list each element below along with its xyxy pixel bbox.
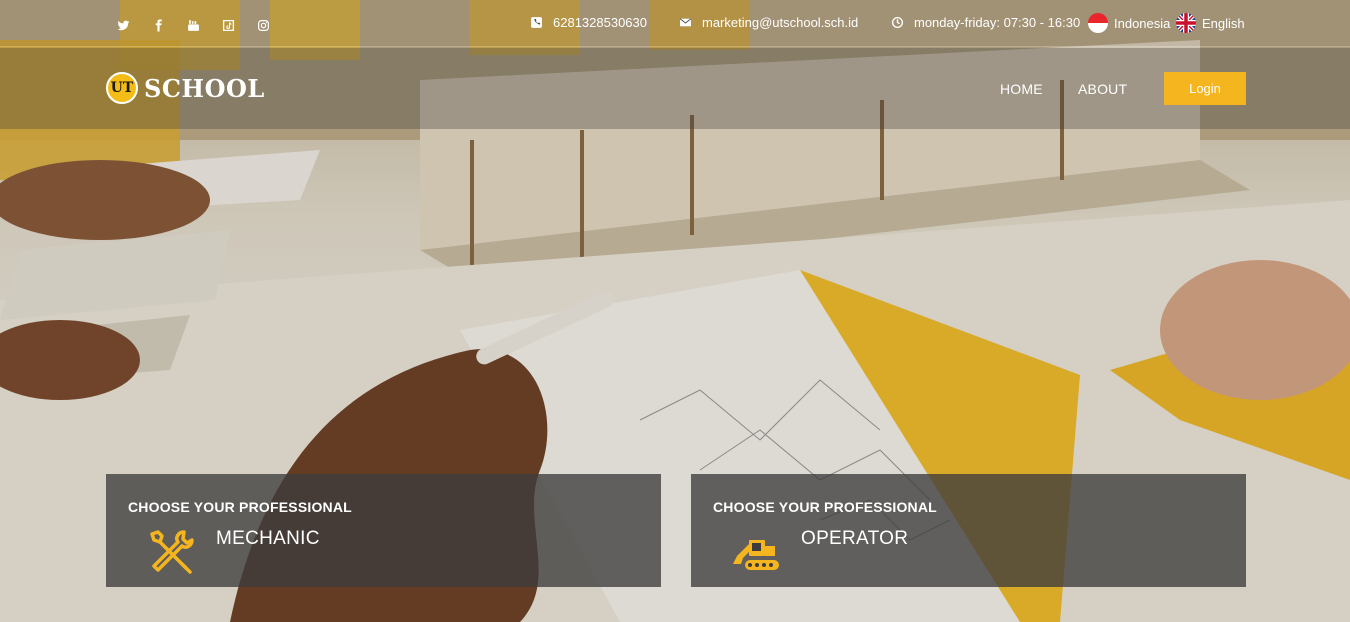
tiktok-link[interactable] [211,16,246,34]
facebook-link[interactable] [141,16,176,34]
nav-home[interactable]: HOME [1000,81,1043,97]
tiktok-icon [222,19,235,31]
card-title: MECHANIC [216,528,320,549]
instagram-link[interactable] [246,16,281,34]
language-indonesia[interactable]: Indonesia [1088,13,1170,33]
excavator-icon [733,540,779,570]
language-label: English [1202,15,1245,31]
youtube-icon [188,19,199,31]
logo-text: SCHOOL [144,73,265,103]
nav-about[interactable]: ABOUT [1078,81,1127,97]
site-logo[interactable]: UT SCHOOL [106,72,265,104]
email-address: marketing@utschool.sch.id [702,15,859,30]
facebook-icon [155,19,162,31]
card-eyebrow: CHOOSE YOUR PROFESSIONAL [128,499,352,515]
twitter-icon [117,20,130,30]
youtube-link[interactable] [176,16,211,34]
office-hours-text: monday-friday: 07:30 - 16:30 [914,15,1081,30]
phone-number: 6281328530630 [553,15,647,30]
instagram-icon [258,19,269,31]
office-hours: monday-friday: 07:30 - 16:30 [891,15,1080,30]
top-bar: 6281328530630 marketing@utschool.sch.id … [0,0,1350,47]
indonesia-flag-icon [1088,13,1108,33]
main-navbar: UT SCHOOL HOME ABOUT Login [0,48,1350,129]
logo-mark: UT [106,72,138,104]
phone-contact[interactable]: 6281328530630 [530,15,647,30]
language-english[interactable]: English [1176,13,1245,33]
envelope-icon [679,18,692,27]
clock-icon [891,16,904,29]
social-links [106,16,281,34]
mechanic-card[interactable]: CHOOSE YOUR PROFESSIONAL MECHANIC [106,474,661,587]
tools-icon [150,530,194,574]
card-title: OPERATOR [801,528,909,549]
operator-card[interactable]: CHOOSE YOUR PROFESSIONAL OPERATOR [691,474,1246,587]
card-eyebrow: CHOOSE YOUR PROFESSIONAL [713,499,937,515]
phone-icon [531,17,542,28]
language-label: Indonesia [1114,15,1171,31]
login-button[interactable]: Login [1164,72,1246,105]
twitter-link[interactable] [106,16,141,34]
uk-flag-icon [1176,13,1196,33]
email-contact[interactable]: marketing@utschool.sch.id [679,15,858,30]
